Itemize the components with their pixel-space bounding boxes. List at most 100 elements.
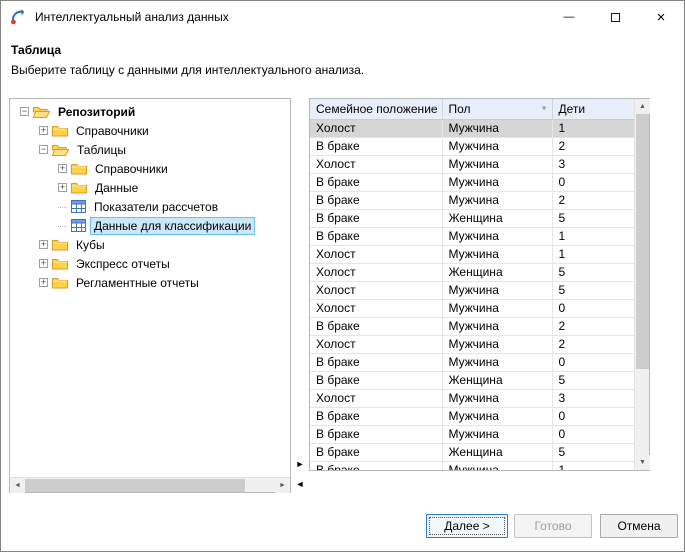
expand-icon[interactable]: + xyxy=(58,164,67,173)
titlebar[interactable]: Интеллектуальный анализ данных — × xyxy=(1,1,684,33)
panel-splitter[interactable]: ► ◄ xyxy=(291,98,309,493)
tree-item-label: Данные xyxy=(91,179,142,197)
table-row[interactable]: ХолостМужчина2 xyxy=(310,335,634,353)
table-row[interactable]: ХолостМужчина1 xyxy=(310,245,634,263)
splitter-expand-right-icon[interactable]: ► xyxy=(293,456,307,472)
table-cell: В браке xyxy=(310,353,442,371)
table-row[interactable]: В бракеМужчина0 xyxy=(310,407,634,425)
table-cell: Женщина xyxy=(442,209,552,227)
table-cell: 2 xyxy=(552,191,634,209)
scroll-down-icon[interactable]: ▼ xyxy=(635,455,650,470)
grid-body: ХолостМужчина1В бракеМужчина2ХолостМужчи… xyxy=(310,119,634,470)
table-cell: 0 xyxy=(552,425,634,443)
cancel-button[interactable]: Отмена xyxy=(600,514,678,538)
table-cell: Мужчина xyxy=(442,173,552,191)
collapse-icon[interactable]: − xyxy=(39,145,48,154)
table-cell: Мужчина xyxy=(442,335,552,353)
table-cell: Мужчина xyxy=(442,317,552,335)
filter-arrow-icon[interactable]: ▼ xyxy=(431,105,438,112)
table-cell: В браке xyxy=(310,227,442,245)
tree-item[interactable]: +Справочники xyxy=(10,159,290,178)
table-row[interactable]: В бракеМужчина1 xyxy=(310,461,634,470)
table-cell: Мужчина xyxy=(442,461,552,470)
folder-icon xyxy=(52,257,68,270)
table-icon xyxy=(71,200,86,213)
tree-item[interactable]: +Справочники xyxy=(10,121,290,140)
table-cell: В браке xyxy=(310,173,442,191)
maximize-button[interactable] xyxy=(592,1,638,33)
table-cell: 5 xyxy=(552,209,634,227)
table-cell: 1 xyxy=(552,245,634,263)
tree-item[interactable]: Показатели рассчетов xyxy=(10,197,290,216)
table-row[interactable]: В бракеМужчина0 xyxy=(310,353,634,371)
scroll-right-icon[interactable]: ► xyxy=(275,478,290,493)
expand-icon[interactable]: + xyxy=(39,259,48,268)
hscrollbar-thumb[interactable] xyxy=(25,479,245,492)
tree-item[interactable]: +Регламентные отчеты xyxy=(10,273,290,292)
collapse-icon[interactable]: − xyxy=(20,107,29,116)
tree-item[interactable]: − Репозиторий xyxy=(10,102,290,121)
table-row[interactable]: В бракеМужчина2 xyxy=(310,317,634,335)
table-cell: Мужчина xyxy=(442,425,552,443)
table-row[interactable]: ХолостМужчина3 xyxy=(310,389,634,407)
close-icon: × xyxy=(657,10,666,25)
table-row[interactable]: В бракеЖенщина5 xyxy=(310,443,634,461)
filter-arrow-icon[interactable]: ▼ xyxy=(541,105,548,112)
tree-item[interactable]: +Экспресс отчеты xyxy=(10,254,290,273)
table-row[interactable]: В бракеЖенщина5 xyxy=(310,209,634,227)
table-cell: 1 xyxy=(552,119,634,137)
table-row[interactable]: ХолостМужчина0 xyxy=(310,299,634,317)
table-row[interactable]: ХолостЖенщина5 xyxy=(310,263,634,281)
next-button[interactable]: Далее > xyxy=(426,514,508,538)
expand-icon[interactable]: + xyxy=(39,278,48,287)
page-title: Таблица xyxy=(11,43,61,57)
table-cell: В браке xyxy=(310,371,442,389)
minimize-button[interactable]: — xyxy=(546,1,592,33)
tree-item[interactable]: + Данные xyxy=(10,178,290,197)
table-cell: 0 xyxy=(552,407,634,425)
table-row[interactable]: ХолостМужчина3 xyxy=(310,155,634,173)
table-row[interactable]: В бракеМужчина2 xyxy=(310,191,634,209)
grid-header-row: Семейное положение▼Пол▼Дети xyxy=(310,99,634,119)
expand-icon[interactable]: + xyxy=(58,183,67,192)
vscrollbar-thumb[interactable] xyxy=(636,114,649,369)
expand-icon[interactable]: + xyxy=(39,240,48,249)
table-cell: 5 xyxy=(552,443,634,461)
folder-icon xyxy=(52,238,68,251)
table-cell: 0 xyxy=(552,173,634,191)
table-cell: В браке xyxy=(310,137,442,155)
scroll-left-icon[interactable]: ◄ xyxy=(10,478,25,493)
tree-item-label: Таблицы xyxy=(73,141,130,159)
maximize-icon xyxy=(611,13,620,22)
horizontal-scrollbar[interactable]: ◄ ► xyxy=(10,477,290,492)
table-row[interactable]: В бракеМужчина0 xyxy=(310,173,634,191)
tree-item[interactable]: Данные для классификации xyxy=(10,216,290,235)
table-row[interactable]: В бракеМужчина2 xyxy=(310,137,634,155)
page-subtitle: Выберите таблицу с данными для интеллект… xyxy=(11,63,364,77)
table-cell: 0 xyxy=(552,299,634,317)
table-row[interactable]: ХолостМужчина1 xyxy=(310,119,634,137)
table-row[interactable]: В бракеМужчина1 xyxy=(310,227,634,245)
close-button[interactable]: × xyxy=(638,1,684,33)
folder-icon xyxy=(71,162,87,175)
table-cell: 3 xyxy=(552,155,634,173)
table-cell: Мужчина xyxy=(442,245,552,263)
tree-item[interactable]: +Кубы xyxy=(10,235,290,254)
table-cell: Мужчина xyxy=(442,389,552,407)
tree-item-label: Репозиторий xyxy=(54,103,139,121)
table-row[interactable]: В бракеЖенщина5 xyxy=(310,371,634,389)
tree-item[interactable]: − Таблицы xyxy=(10,140,290,159)
table-row[interactable]: ХолостМужчина5 xyxy=(310,281,634,299)
column-header[interactable]: Семейное положение▼ xyxy=(310,99,442,119)
expand-icon[interactable]: + xyxy=(39,126,48,135)
splitter-collapse-left-icon[interactable]: ◄ xyxy=(293,476,307,492)
column-header[interactable]: Дети xyxy=(552,99,634,119)
table-cell: 1 xyxy=(552,461,634,470)
column-header[interactable]: Пол▼ xyxy=(442,99,552,119)
data-grid: Семейное положение▼Пол▼Дети ХолостМужчин… xyxy=(310,99,634,470)
window-controls: — × xyxy=(546,1,684,33)
vertical-scrollbar[interactable]: ▲ ▼ xyxy=(634,99,649,470)
scroll-up-icon[interactable]: ▲ xyxy=(635,99,650,114)
table-row[interactable]: В бракеМужчина0 xyxy=(310,425,634,443)
table-cell: Холост xyxy=(310,155,442,173)
